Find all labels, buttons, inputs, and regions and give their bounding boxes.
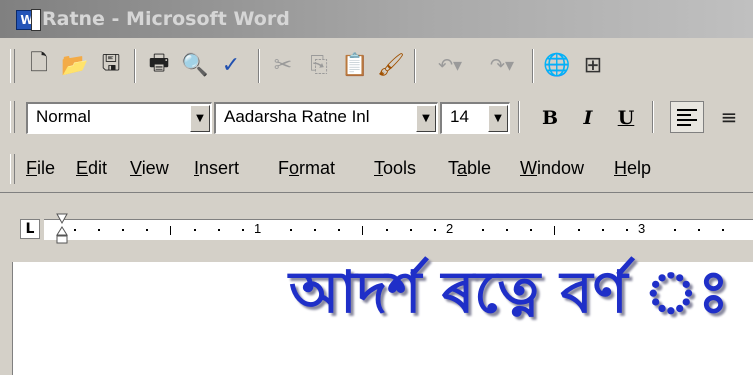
font-value: Aadarsha Ratne Inl [224, 107, 370, 126]
ruler-tick [362, 226, 363, 235]
spelling-icon[interactable]: ✓ [214, 49, 248, 81]
copy-icon[interactable]: ⎘ [302, 49, 336, 81]
tab-stop-selector[interactable]: L [20, 219, 40, 239]
redo-icon[interactable]: ↷▾ [478, 49, 526, 81]
menu-view[interactable]: View [130, 158, 169, 179]
ruler-number: 1 [254, 221, 262, 236]
menu-table[interactable]: Table [448, 158, 491, 179]
ruler-dot [482, 229, 484, 231]
format-painter-icon[interactable]: 🖌 [374, 49, 408, 81]
ruler-dot [410, 229, 412, 231]
ruler-dot [698, 229, 700, 231]
title-bar: W Ratne - Microsoft Word [0, 0, 753, 38]
toolbar-grip[interactable] [10, 49, 15, 83]
ruler-dot [218, 229, 220, 231]
ruler-dot [602, 229, 604, 231]
ruler-tick [554, 226, 555, 235]
insert-hyperlink-icon[interactable]: 🌐 [540, 49, 574, 81]
menu-format[interactable]: Format [278, 158, 335, 179]
toolbar-separator [414, 49, 416, 83]
document-area[interactable]: আদৰ্শ ৰত্নে বৰ্ণ ঃ [12, 258, 753, 375]
ruler-dot [434, 229, 436, 231]
tables-borders-icon[interactable]: ⊞ [576, 49, 610, 81]
menu-bar: File Edit View Insert Format Tools Table… [0, 148, 753, 188]
toolbar-grip[interactable] [10, 101, 15, 133]
ruler-dot [722, 229, 724, 231]
ruler-dot [578, 229, 580, 231]
print-preview-icon[interactable]: 🔍 [178, 49, 212, 81]
menu-grip[interactable] [10, 154, 15, 184]
ruler-number: 3 [638, 221, 646, 236]
word-app-icon[interactable]: W [16, 9, 41, 31]
paste-icon[interactable]: 📋 [338, 49, 372, 81]
ruler-dot [338, 229, 340, 231]
chevron-down-icon[interactable]: ▼ [416, 105, 436, 132]
print-icon[interactable]: 🖶 [142, 49, 176, 81]
font-select[interactable]: Aadarsha Ratne Inl ▼ [214, 102, 438, 134]
italic-button[interactable]: I [570, 103, 606, 133]
ruler-tick [170, 226, 171, 235]
ruler-dot [74, 229, 76, 231]
formatting-toolbar: Normal ▼ Aadarsha Ratne Inl ▼ 14 ▼ B I U… [0, 95, 753, 139]
menu-edit[interactable]: Edit [76, 158, 107, 179]
open-folder-icon[interactable]: 📂 [58, 49, 92, 81]
ruler-dot [506, 229, 508, 231]
ruler-dot [674, 229, 676, 231]
standard-toolbar: 🗋 📂 🖫 🖶 🔍 ✓ ✂ ⎘ 📋 🖌 ↶▾ ↷▾ 🌐 ⊞ [0, 41, 753, 91]
align-center-icon[interactable]: ≡ [712, 101, 746, 133]
toolbar-separator [258, 49, 260, 83]
underline-button[interactable]: U [608, 103, 644, 133]
menu-help[interactable]: Help [614, 158, 651, 179]
menu-file[interactable]: File [26, 158, 55, 179]
style-select[interactable]: Normal ▼ [26, 102, 212, 134]
toolbar-separator [134, 49, 136, 83]
font-size-select[interactable]: 14 ▼ [440, 102, 510, 134]
horizontal-ruler[interactable]: 1 2 3 [44, 219, 753, 240]
ruler-dot [290, 229, 292, 231]
font-size-value: 14 [450, 107, 469, 126]
indent-markers-icon[interactable] [56, 213, 68, 245]
ruler-dot [194, 229, 196, 231]
menu-tools[interactable]: Tools [374, 158, 416, 179]
toolbar-separator [518, 101, 520, 133]
ruler-dot [530, 229, 532, 231]
cut-icon[interactable]: ✂ [266, 49, 300, 81]
chevron-down-icon[interactable]: ▼ [190, 105, 210, 132]
menu-window[interactable]: Window [520, 158, 584, 179]
ruler-dot [314, 229, 316, 231]
ruler-dot [386, 229, 388, 231]
ruler-dot [146, 229, 148, 231]
bold-button[interactable]: B [532, 103, 568, 133]
window-title: Ratne - Microsoft Word [42, 8, 290, 30]
chevron-down-icon[interactable]: ▼ [488, 105, 508, 132]
ruler-dot [122, 229, 124, 231]
ruler-dot [98, 229, 100, 231]
ruler-dot [242, 229, 244, 231]
ruler-dot [626, 229, 628, 231]
style-value: Normal [36, 107, 91, 126]
save-icon[interactable]: 🖫 [94, 49, 128, 81]
ruler-number: 2 [446, 221, 454, 236]
document-heading: আদৰ্শ ৰত্নে বৰ্ণ ঃ [289, 258, 729, 326]
toolbar-separator [652, 101, 654, 133]
align-left-button[interactable] [670, 101, 704, 133]
menu-insert[interactable]: Insert [194, 158, 239, 179]
toolbar-separator [532, 49, 534, 83]
new-document-icon[interactable]: 🗋 [22, 49, 56, 81]
undo-icon[interactable]: ↶▾ [426, 49, 474, 81]
